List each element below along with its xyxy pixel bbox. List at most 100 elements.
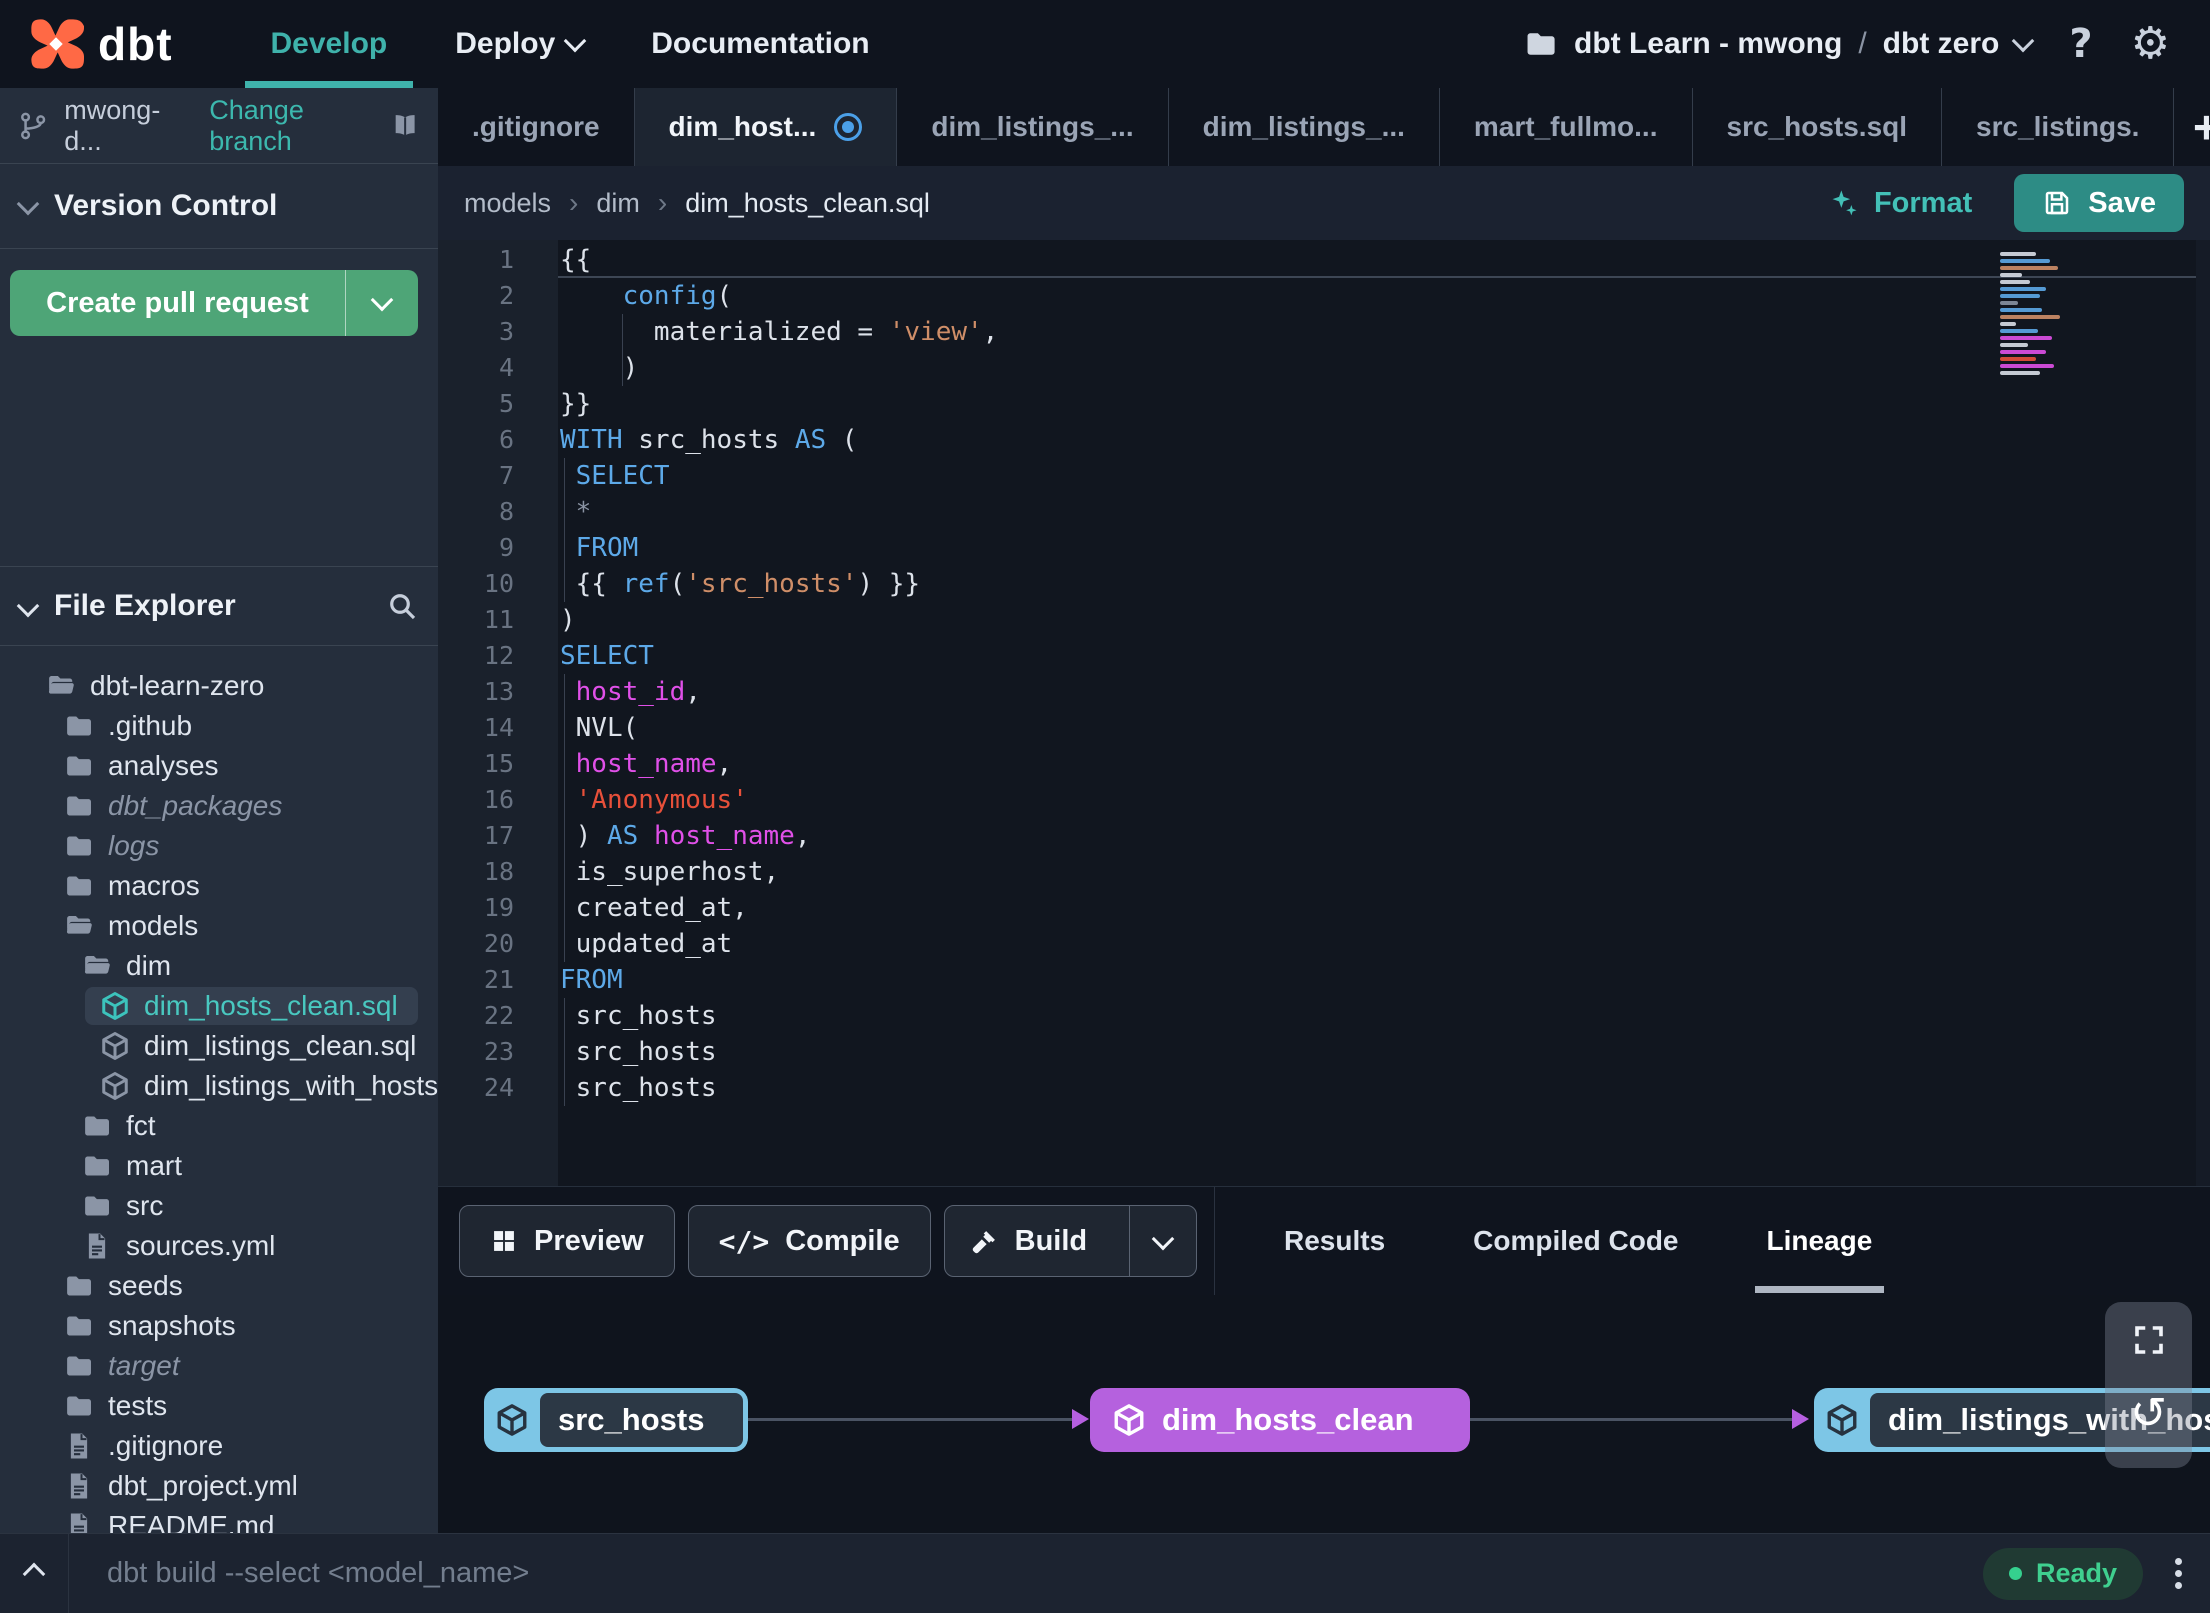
file-tree-item[interactable]: .gitignore [0, 1426, 438, 1466]
file-tree-item[interactable]: dim_listings_clean.sql [0, 1026, 438, 1066]
line-number: 1 [498, 245, 514, 274]
nav-documentation[interactable]: Documentation [617, 0, 903, 88]
editor-minimap[interactable] [2000, 252, 2060, 375]
project-selector[interactable]: dbt Learn - mwong / dbt zero [1524, 27, 2035, 61]
editor-tab-2[interactable]: dim_listings_... [897, 88, 1169, 166]
format-button[interactable]: Format [1828, 187, 1972, 220]
graph-controls[interactable]: ↺ [2105, 1302, 2192, 1468]
branch-name: mwong-d... [64, 94, 161, 156]
file-tree-item[interactable]: fct [0, 1106, 438, 1146]
editor-tab-1[interactable]: dim_host... [634, 88, 898, 166]
file-tree-item[interactable]: src [0, 1186, 438, 1226]
create-pr-dropdown[interactable] [345, 270, 418, 336]
code-line-24[interactable]: 24 src_hosts [438, 1070, 2210, 1106]
preview-button[interactable]: Preview [459, 1205, 675, 1277]
code-line-1[interactable]: 1 {{ [438, 242, 2210, 278]
command-input[interactable]: dbt build --select <model_name> [107, 1557, 529, 1590]
code-line-15[interactable]: 15 host_name, [438, 746, 2210, 782]
file-tree-item[interactable]: seeds [0, 1266, 438, 1306]
breadcrumb-dim[interactable]: dim [596, 188, 640, 219]
file-tree-item[interactable]: dim_listings_with_hosts... [0, 1066, 438, 1106]
create-pull-request-button[interactable]: Create pull request [10, 270, 418, 336]
bottom-toolbar: Preview </> Compile Build Results Compil… [438, 1186, 2210, 1295]
code-line-21[interactable]: 21 FROM [438, 962, 2210, 998]
docs-book-icon[interactable] [390, 109, 420, 143]
editor-tab-6[interactable]: src_listings. [1942, 88, 2175, 166]
file-tree-item[interactable]: dbt_project.yml [0, 1466, 438, 1506]
nav-deploy[interactable]: Deploy [421, 0, 617, 88]
code-line-9[interactable]: 9 FROM [438, 530, 2210, 566]
code-line-4[interactable]: 4 ) [438, 350, 2210, 386]
code-line-23[interactable]: 23 src_hosts [438, 1034, 2210, 1070]
command-bar-toggle[interactable] [0, 1534, 69, 1613]
code-line-2[interactable]: 2 config( [438, 278, 2210, 314]
compile-button[interactable]: </> Compile [687, 1205, 931, 1277]
settings-gear-icon[interactable]: ⚙ [2131, 22, 2170, 66]
file-tree-item[interactable]: snapshots [0, 1306, 438, 1346]
version-control-header[interactable]: Version Control [0, 164, 438, 249]
file-tree-item[interactable]: macros [0, 866, 438, 906]
editor-tab-bar: .gitignore dim_host... dim_listings_... dim… [438, 88, 2210, 166]
code-line-5[interactable]: 5}} [438, 386, 2210, 422]
editor-tab-5[interactable]: src_hosts.sql [1693, 88, 1943, 166]
file-tree-item[interactable]: mart [0, 1146, 438, 1186]
code-line-16[interactable]: 16 'Anonymous' [438, 782, 2210, 818]
file-tree-item[interactable]: dim [0, 946, 438, 986]
new-tab-button[interactable]: + [2174, 88, 2210, 166]
save-button[interactable]: Save [2014, 174, 2184, 232]
file-tree-item[interactable]: target [0, 1346, 438, 1386]
code-line-10[interactable]: 10 {{ ref('src_hosts') }} [438, 566, 2210, 602]
lineage-node-dim-hosts-clean[interactable]: dim_hosts_clean [1090, 1388, 1470, 1452]
lineage-arrowhead [1792, 1409, 1809, 1429]
file-tree-item[interactable]: sources.yml [0, 1226, 438, 1266]
tab-compiled-code[interactable]: Compiled Code [1461, 1187, 1690, 1295]
fullscreen-icon[interactable] [2131, 1322, 2167, 1358]
code-line-11[interactable]: 11) [438, 602, 2210, 638]
tab-lineage[interactable]: Lineage [1754, 1187, 1885, 1295]
lineage-node-src-hosts[interactable]: src_hosts [484, 1388, 748, 1452]
file-tree-item[interactable]: analyses [0, 746, 438, 786]
help-button[interactable]: ? [2069, 21, 2092, 67]
kebab-menu-icon[interactable] [2169, 1554, 2188, 1593]
file-tree-item[interactable]: logs [0, 826, 438, 866]
file-name: README.md [108, 1510, 275, 1533]
code-line-17[interactable]: 17 ) AS host_name, [438, 818, 2210, 854]
code-line-14[interactable]: 14 NVL( [438, 710, 2210, 746]
change-branch-link[interactable]: Change branch [209, 95, 373, 157]
code-line-19[interactable]: 19 created_at, [438, 890, 2210, 926]
file-explorer-header[interactable]: File Explorer [0, 567, 438, 646]
code-line-13[interactable]: 13 host_id, [438, 674, 2210, 710]
line-number: 8 [498, 497, 514, 526]
code-editor[interactable]: 1{{2 config(3 materialized = 'view', 4 ) 5… [438, 240, 2210, 1186]
file-tree-item[interactable]: .github [0, 706, 438, 746]
tab-results[interactable]: Results [1272, 1187, 1397, 1295]
code-line-22[interactable]: 22 src_hosts [438, 998, 2210, 1034]
file-tree-item[interactable]: dbt_packages [0, 786, 438, 826]
file-tree-item[interactable]: models [0, 906, 438, 946]
build-dropdown[interactable] [1129, 1206, 1196, 1276]
build-button[interactable]: Build [943, 1205, 1198, 1277]
refresh-icon[interactable]: ↺ [2130, 1392, 2167, 1436]
line-number: 11 [483, 605, 514, 634]
code-line-20[interactable]: 20 updated_at [438, 926, 2210, 962]
search-icon[interactable] [386, 590, 418, 622]
file-tree-item[interactable]: tests [0, 1386, 438, 1426]
code-line-3[interactable]: 3 materialized = 'view', [438, 314, 2210, 350]
code-line-12[interactable]: 12 SELECT [438, 638, 2210, 674]
code-line-7[interactable]: 7 SELECT [438, 458, 2210, 494]
editor-tab-4[interactable]: mart_fullmo... [1440, 88, 1693, 166]
editor-tab-3[interactable]: dim_listings_... [1169, 88, 1440, 166]
code-line-8[interactable]: 8 * [438, 494, 2210, 530]
file-tree-item[interactable]: README.md [0, 1506, 438, 1533]
build-main[interactable]: Build [945, 1206, 1114, 1276]
dbt-logo[interactable]: dbt [0, 0, 173, 88]
code-line-6[interactable]: 6 WITH src_hosts AS ( [438, 422, 2210, 458]
code-line-18[interactable]: 18 is_superhost, [438, 854, 2210, 890]
toolbar-divider [1214, 1187, 1215, 1295]
nav-develop[interactable]: Develop [237, 0, 422, 88]
file-tree-item[interactable]: dim_hosts_clean.sql [0, 986, 438, 1026]
file-tree-item[interactable]: dbt-learn-zero [0, 666, 438, 706]
lineage-graph[interactable]: src_hosts dim_hosts_clean dim_listings_w… [438, 1295, 2210, 1533]
editor-tab-0[interactable]: .gitignore [438, 88, 635, 166]
breadcrumb-models[interactable]: models [464, 188, 551, 219]
